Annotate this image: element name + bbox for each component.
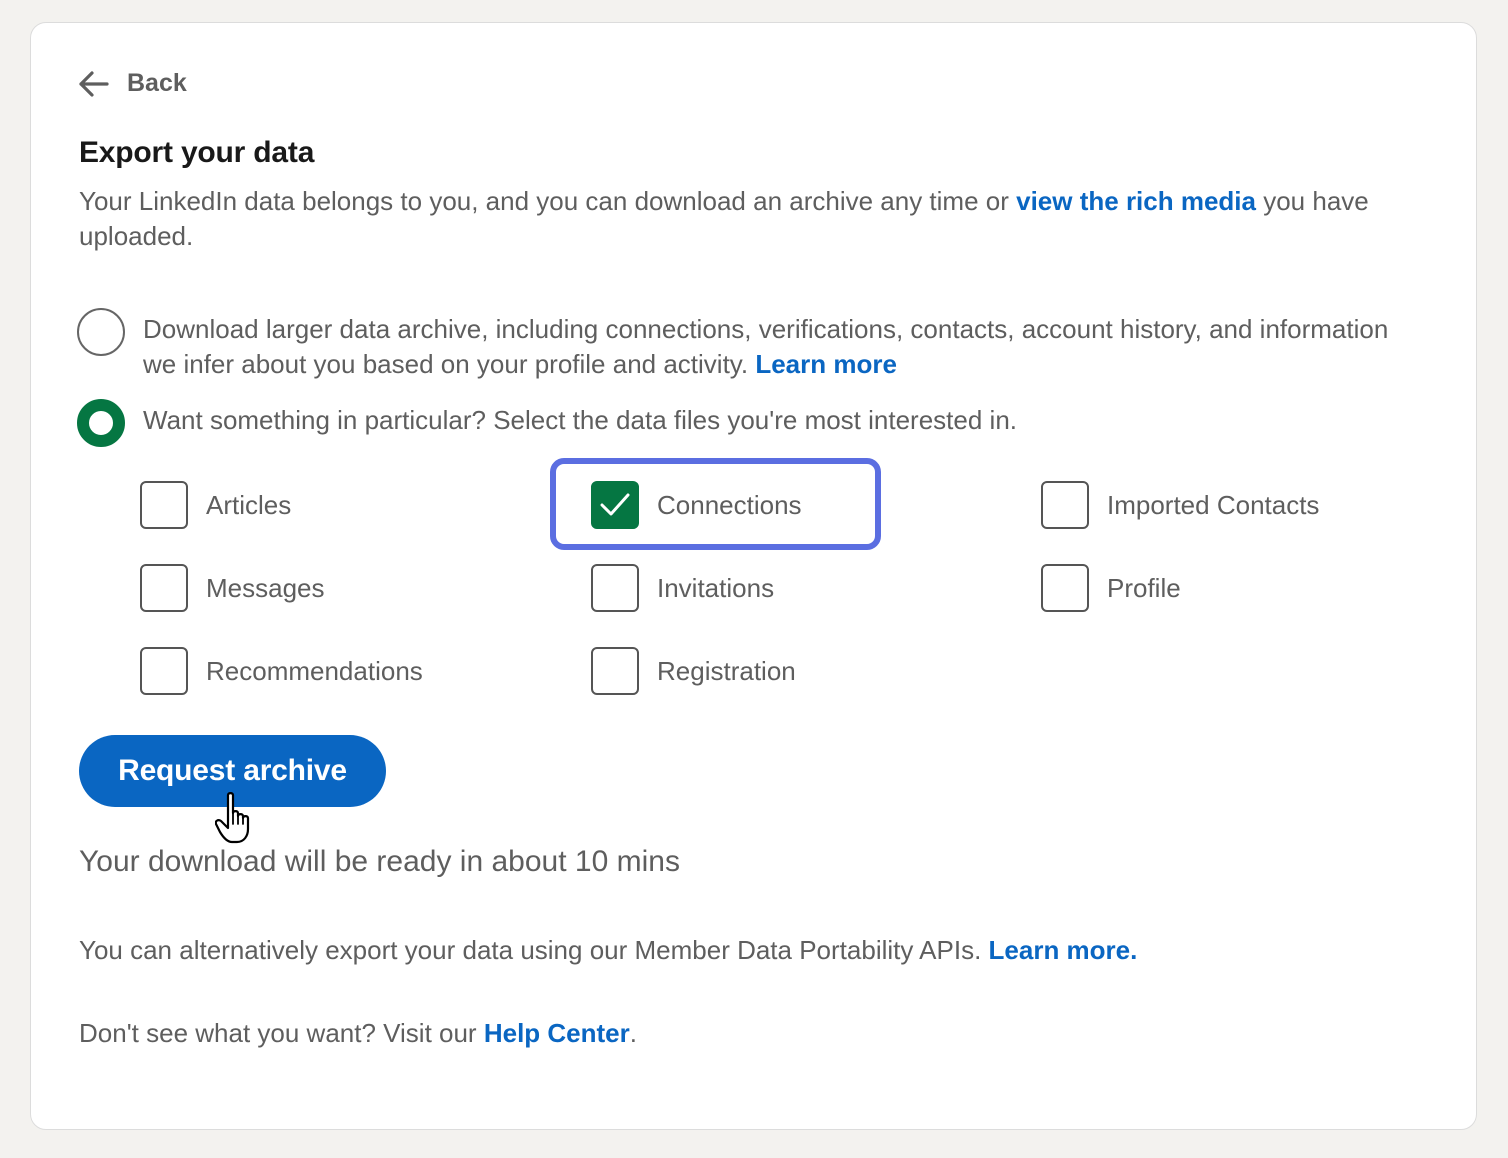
checkbox-label: Messages [206,572,325,603]
checkbox-recommendations[interactable]: Recommendations [140,647,423,695]
learn-more-api-link[interactable]: Learn more. [989,935,1138,965]
radio-option-larger-archive-text: Download larger data archive, including … [143,308,1413,382]
view-rich-media-link[interactable]: view the rich media [1016,186,1256,216]
checkbox-box-checked[interactable] [591,481,639,529]
checkbox-label: Profile [1107,572,1181,603]
hand-pointer-icon [214,791,263,852]
download-ready-text: Your download will be ready in about 10 … [79,845,680,878]
checkbox-label: Invitations [657,572,775,603]
particular-text: Want something in particular? Select the… [143,405,1017,435]
help-suffix: . [629,1018,637,1048]
checkbox-label: Connections [657,489,802,520]
help-prefix: Don't see what you want? Visit our [79,1018,484,1048]
checkbox-articles[interactable]: Articles [140,481,291,529]
checkbox-label: Articles [206,489,292,520]
checkbox-box[interactable] [591,647,639,695]
arrow-left-icon [79,70,109,97]
checkbox-registration[interactable]: Registration [591,647,796,695]
page-title: Export your data [79,136,315,169]
back-link[interactable]: Back [79,69,187,98]
alt-text: You can alternatively export your data u… [79,935,989,965]
checkbox-label: Registration [657,655,796,686]
learn-more-link[interactable]: Learn more [755,349,897,379]
checkbox-profile[interactable]: Profile [1041,564,1181,612]
export-data-card: Back Export your data Your LinkedIn data… [30,22,1477,1130]
checkbox-box[interactable] [1041,564,1089,612]
checkbox-imported-contacts[interactable]: Imported Contacts [1041,481,1319,529]
description-text: Your LinkedIn data belongs to you, and y… [79,186,1017,216]
checkbox-messages[interactable]: Messages [140,564,325,612]
checkbox-label: Recommendations [206,655,423,686]
help-center-link[interactable]: Help Center [484,1018,630,1048]
help-center-text: Don't see what you want? Visit our Help … [79,1018,637,1049]
checkbox-connections[interactable]: Connections [591,481,802,529]
checkbox-label: Imported Contacts [1107,489,1320,520]
radio-option-particular[interactable]: Want something in particular? Select the… [77,399,1413,447]
alternative-export-text: You can alternatively export your data u… [79,935,1137,966]
checkbox-box[interactable] [591,564,639,612]
checkmark-icon [600,493,630,516]
radio-button-selected[interactable] [77,399,125,447]
checkbox-invitations[interactable]: Invitations [591,564,774,612]
radio-option-larger-archive[interactable]: Download larger data archive, including … [77,308,1413,382]
checkbox-box[interactable] [140,647,188,695]
back-label: Back [127,69,187,97]
checkbox-box[interactable] [140,564,188,612]
radio-button-unselected[interactable] [77,308,125,356]
checkbox-box[interactable] [140,481,188,529]
page-description: Your LinkedIn data belongs to you, and y… [79,184,1419,254]
checkbox-box[interactable] [1041,481,1089,529]
